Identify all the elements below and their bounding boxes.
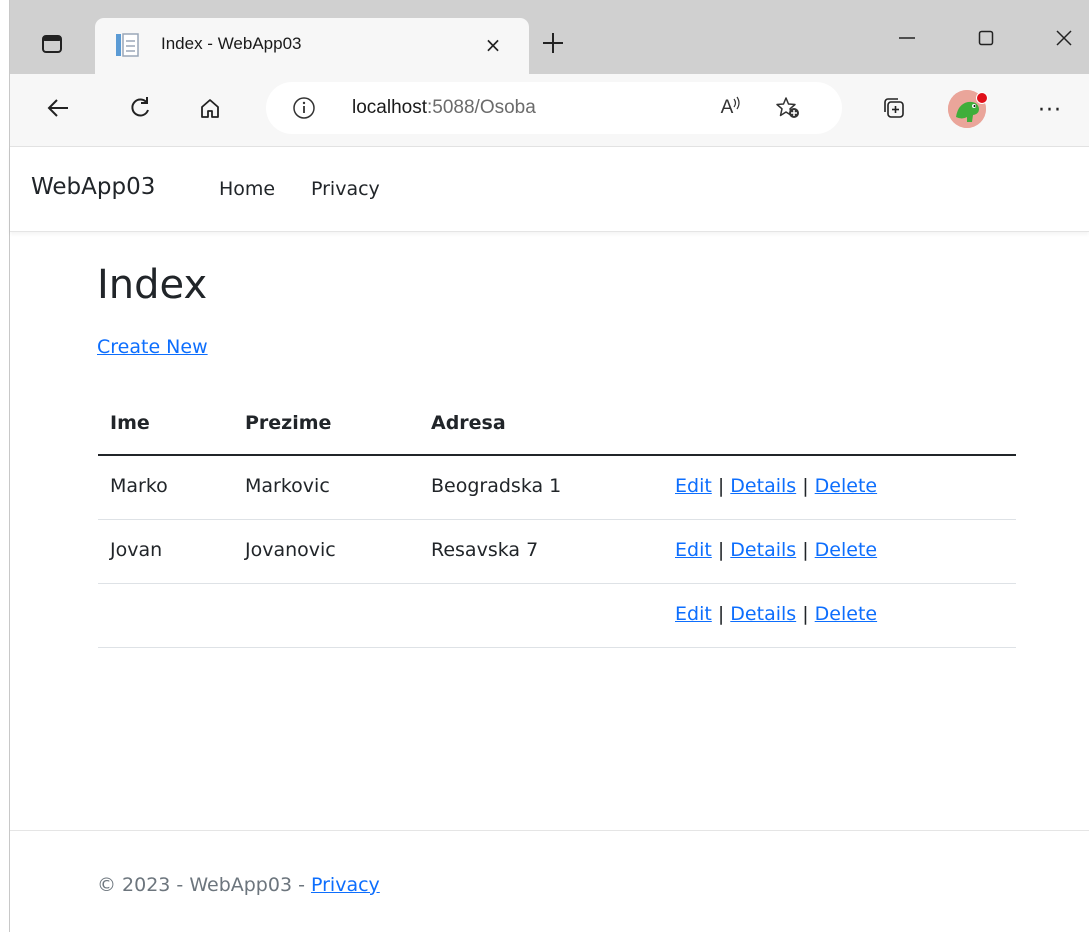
url-path: :5088/Osoba: [427, 97, 536, 118]
url-host: localhost: [352, 97, 427, 118]
read-aloud-icon[interactable]: A: [716, 94, 746, 122]
site-footer: © 2023 - WebApp03 - Privacy: [10, 830, 1089, 933]
column-header-ime: Ime: [110, 412, 150, 434]
close-window-icon: [1056, 30, 1072, 46]
delete-link[interactable]: Delete: [815, 539, 877, 561]
details-link[interactable]: Details: [730, 475, 796, 497]
edit-link[interactable]: Edit: [675, 539, 712, 561]
plus-icon: [543, 33, 563, 53]
minimize-icon: [899, 37, 915, 39]
close-icon[interactable]: ×: [479, 31, 507, 59]
copyright-text: © 2023 - WebApp03 -: [97, 874, 311, 896]
page-title: Index: [97, 262, 208, 308]
tab-title: Index - WebApp03: [161, 34, 302, 53]
back-arrow-icon: [47, 99, 68, 117]
details-link[interactable]: Details: [730, 603, 796, 625]
web-page: WebApp03 Home Privacy Index Create New I…: [10, 147, 1089, 932]
delete-link[interactable]: Delete: [815, 475, 877, 497]
column-header-prezime: Prezime: [245, 412, 332, 434]
info-icon[interactable]: [292, 96, 316, 120]
osoba-table: Ime Prezime Adresa Marko Markovic Beogra…: [98, 397, 1016, 648]
address-toolbar: localhost:5088/Osoba A ···: [10, 74, 1089, 147]
separator: |: [802, 539, 809, 561]
profile-avatar[interactable]: [948, 90, 988, 128]
read-aloud-waves: [733, 96, 740, 110]
tab-actions-button[interactable]: [28, 24, 76, 64]
notification-dot: [976, 92, 988, 104]
refresh-button[interactable]: [120, 88, 160, 128]
site-navbar: WebApp03 Home Privacy: [10, 147, 1089, 232]
home-button[interactable]: [190, 88, 230, 128]
row-actions: Edit | Details | Delete: [675, 603, 877, 625]
row-actions: Edit | Details | Delete: [675, 539, 877, 561]
page-favicon: [116, 33, 139, 57]
column-header-adresa: Adresa: [431, 412, 506, 434]
browser-tab[interactable]: Index - WebApp03 ×: [95, 18, 529, 76]
details-link[interactable]: Details: [730, 539, 796, 561]
maximize-button[interactable]: [966, 20, 1006, 56]
separator: |: [717, 539, 725, 561]
row-actions: Edit | Details | Delete: [675, 475, 877, 497]
window-edge: [0, 0, 10, 932]
tab-strip: Index - WebApp03 ×: [10, 0, 1089, 76]
edit-link[interactable]: Edit: [675, 603, 712, 625]
nav-link-home[interactable]: Home: [219, 178, 275, 200]
create-new-link[interactable]: Create New: [97, 336, 208, 358]
address-bar[interactable]: localhost:5088/Osoba A: [266, 82, 842, 134]
edit-link[interactable]: Edit: [675, 475, 712, 497]
tab-actions-icon: [42, 35, 62, 53]
cell-ime: Jovan: [110, 539, 163, 561]
nav-link-privacy[interactable]: Privacy: [311, 178, 380, 200]
url-text[interactable]: localhost:5088/Osoba: [352, 97, 536, 119]
cell-adresa: Beogradska 1: [431, 475, 562, 497]
collections-icon: [884, 98, 904, 118]
table-row: Edit | Details | Delete: [98, 584, 1016, 648]
add-favorite-icon[interactable]: [773, 94, 803, 122]
more-menu-icon[interactable]: ···: [1030, 92, 1070, 128]
delete-link[interactable]: Delete: [815, 603, 877, 625]
cell-prezime: Markovic: [245, 475, 330, 497]
separator: |: [802, 475, 809, 497]
close-window-button[interactable]: [1044, 20, 1084, 56]
add-favorite-glyph: [776, 97, 799, 118]
cell-prezime: Jovanovic: [245, 539, 336, 561]
home-icon: [201, 99, 219, 118]
new-tab-button[interactable]: [536, 26, 570, 60]
minimize-button[interactable]: [887, 20, 927, 56]
cell-ime: Marko: [110, 475, 168, 497]
cell-adresa: Resavska 7: [431, 539, 539, 561]
refresh-icon: [131, 97, 149, 117]
maximize-icon: [978, 30, 994, 46]
table-row: Marko Markovic Beogradska 1 Edit | Detai…: [98, 456, 1016, 520]
footer-text: © 2023 - WebApp03 - Privacy: [97, 874, 380, 896]
table-row: Jovan Jovanovic Resavska 7 Edit | Detail…: [98, 520, 1016, 584]
navbar-brand[interactable]: WebApp03: [31, 174, 155, 200]
table-header-row: Ime Prezime Adresa: [98, 397, 1016, 456]
separator: |: [717, 475, 725, 497]
separator: |: [717, 603, 725, 625]
browser-window: Index - WebApp03 × localhost:5088/Osoba: [10, 0, 1089, 932]
separator: |: [802, 603, 809, 625]
read-aloud-label: A: [720, 97, 734, 118]
footer-privacy-link[interactable]: Privacy: [311, 874, 380, 896]
back-button[interactable]: [38, 88, 78, 128]
collections-button[interactable]: [874, 88, 914, 128]
